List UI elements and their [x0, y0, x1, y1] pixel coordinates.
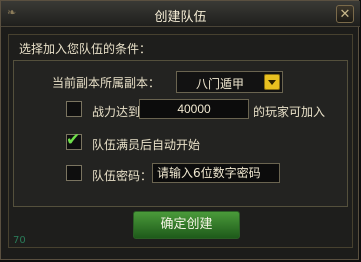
dungeon-select[interactable]: 八门遁甲 — [176, 71, 283, 93]
conditions-panel: 当前副本所属副本： 八门遁甲 战力达到 的玩家可加入 ✔ 队伍满员后自动开始 队… — [13, 60, 348, 207]
footer-row: 确定创建 — [13, 211, 348, 245]
close-button[interactable]: ✕ — [336, 5, 354, 23]
create-team-dialog: ❧ 创建队伍 ✕ 选择加入您队伍的条件： 当前副本所属副本： 八门遁甲 战力达到… — [0, 0, 360, 260]
dungeon-label: 当前副本所属副本： — [52, 76, 161, 90]
corner-number: 70 — [13, 235, 26, 246]
auto-start-label: 队伍满员后自动开始 — [92, 138, 201, 152]
power-value-input[interactable] — [139, 99, 249, 119]
dialog-body: 选择加入您队伍的条件： 当前副本所属副本： 八门遁甲 战力达到 的玩家可加入 ✔… — [8, 34, 353, 248]
confirm-create-button[interactable]: 确定创建 — [133, 211, 240, 239]
dungeon-select-value: 八门遁甲 — [195, 77, 244, 91]
auto-start-checkbox[interactable]: ✔ — [66, 130, 82, 150]
conditions-heading: 选择加入您队伍的条件： — [19, 42, 152, 56]
dropdown-arrow-icon[interactable] — [264, 74, 280, 90]
checkmark-icon: ✔ — [66, 130, 81, 150]
power-requirement-prefix: 战力达到 — [92, 105, 141, 119]
team-password-input[interactable]: 请输入6位数字密码 — [152, 163, 280, 183]
power-requirement-checkbox[interactable] — [66, 101, 82, 117]
power-requirement-suffix: 的玩家可加入 — [253, 105, 326, 119]
team-password-label: 队伍密码： — [92, 169, 153, 183]
team-password-checkbox[interactable] — [66, 165, 82, 181]
dialog-title: 创建队伍 — [154, 10, 207, 25]
close-icon: ✕ — [339, 7, 351, 22]
team-password-placeholder: 请输入6位数字密码 — [157, 166, 261, 180]
title-bar: ❧ 创建队伍 ✕ — [1, 1, 360, 27]
